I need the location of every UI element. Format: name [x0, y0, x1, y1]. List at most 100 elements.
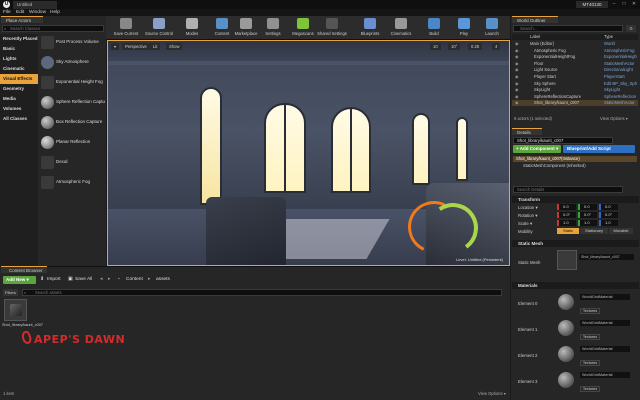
minimize-button[interactable]: – [610, 1, 618, 8]
scale-snap-value[interactable]: 0.25 [468, 43, 483, 50]
visibility-eye-icon[interactable]: ◉ [515, 100, 519, 106]
transform-section[interactable]: Transform [512, 196, 639, 203]
visibility-eye-icon[interactable]: ◉ [515, 54, 519, 60]
path-assets[interactable]: assets [156, 276, 170, 284]
place-actors-search-input[interactable]: Search Classes [2, 25, 104, 32]
content-view-options[interactable]: View Options ▾ [478, 391, 506, 396]
world-outliner-tab[interactable]: World Outliner [512, 16, 558, 23]
actor-sky-atmosphere[interactable]: Sky Atmosphere [40, 54, 104, 74]
outliner-row[interactable]: ◉ Main (Editor) World [512, 41, 638, 47]
angle-snap-value[interactable]: 10° [448, 43, 461, 50]
scale-z-field[interactable]: 1.0 [599, 220, 618, 226]
location-x-field[interactable]: 0.0 [557, 204, 576, 210]
textures-button[interactable]: Textures [580, 334, 600, 340]
component-instance[interactable]: Shot_library/kaunt_c007(Instance) [513, 156, 637, 162]
location-y-field[interactable]: 0.0 [578, 204, 597, 210]
static-mesh-thumbnail[interactable] [557, 250, 577, 270]
outliner-view-options[interactable]: View Options ▾ [600, 116, 628, 121]
details-tab[interactable]: Details [512, 128, 542, 135]
toolbar-build-button[interactable]: Build [417, 16, 451, 40]
category-visual-effects[interactable]: Visual Effects [0, 74, 38, 84]
mobility-movable[interactable]: Movable [609, 228, 633, 234]
actor-post-process-volume[interactable]: Post Process Volume [40, 34, 104, 54]
forward-icon[interactable]: ▸ [108, 276, 110, 284]
category-cinematic[interactable]: Cinematic [0, 64, 38, 74]
path-content[interactable]: Content [126, 276, 143, 284]
outliner-row[interactable]: ◉ Shot_library/kaunt_c007 StaticMeshActor [512, 100, 638, 107]
textures-button[interactable]: Textures [580, 360, 600, 366]
category-all-classes[interactable]: All Classes [0, 114, 38, 124]
scale-x-field[interactable]: 1.0 [557, 220, 576, 226]
outliner-row[interactable]: ◉ Player Start PlayerStart [512, 74, 638, 80]
actor-atmospheric-fog[interactable]: Atmospheric Fog [40, 174, 104, 194]
filters-button[interactable]: Filters ▾ [3, 289, 18, 302]
outliner-row[interactable]: ◉ SphereReflectionCapture SphereReflection [512, 94, 638, 100]
toolbar-modes-button[interactable]: Modes [175, 16, 209, 40]
menu-file[interactable]: File [3, 9, 11, 16]
material-picker[interactable]: WorldGridMaterial [580, 372, 630, 378]
visibility-eye-icon[interactable]: ◉ [515, 87, 519, 93]
lit-button[interactable]: Lit [150, 43, 161, 50]
toolbar-save-current-button[interactable]: Save Current [109, 16, 143, 40]
scale-label[interactable]: Scale ▾ [518, 221, 532, 227]
visibility-eye-icon[interactable]: ◉ [515, 41, 519, 47]
visibility-eye-icon[interactable]: ◉ [515, 94, 519, 100]
place-actors-tab[interactable]: Place Actors [1, 16, 43, 23]
add-new-button[interactable]: Add New ▾ [3, 276, 36, 284]
material-thumbnail[interactable] [558, 372, 574, 388]
asset-search-input[interactable]: Search assets [22, 289, 502, 296]
outliner-row[interactable]: ◉ SkyLight SkyLight [512, 87, 638, 93]
actor-exponential-height-fog[interactable]: Exponential Height Fog [40, 74, 104, 94]
actor-box-reflection-capture[interactable]: Box Reflection Capture [40, 114, 104, 134]
mobility-static[interactable]: Static [557, 228, 579, 234]
location-z-field[interactable]: 0.0 [599, 204, 618, 210]
static-mesh-section[interactable]: Static Mesh [512, 240, 639, 247]
material-picker[interactable]: WorldGridMaterial [580, 346, 630, 352]
visibility-eye-icon[interactable]: ◉ [515, 67, 519, 73]
material-picker[interactable]: WorldGridMaterial [580, 294, 630, 300]
outliner-row[interactable]: ◉ Atmospheric Fog AtmosphericFog [512, 48, 638, 54]
material-thumbnail[interactable] [558, 346, 574, 362]
material-thumbnail[interactable] [558, 294, 574, 310]
outliner-row[interactable]: ◉ Floor StaticMeshActor [512, 61, 638, 67]
close-button[interactable]: ✕ [630, 1, 638, 8]
static-mesh-picker[interactable]: Shot_library/kaunt_c007 [579, 254, 634, 260]
save-all-button[interactable]: Save All [75, 276, 92, 284]
camera-speed-value[interactable]: 4 [492, 43, 501, 50]
grid-snap-value[interactable]: 10 [430, 43, 441, 50]
textures-button[interactable]: Textures [580, 308, 600, 314]
rotation-y-field[interactable]: 0.0° [578, 212, 597, 218]
details-search-input[interactable]: Search Details [513, 186, 623, 193]
actor-sphere-reflection-capture[interactable]: Sphere Reflection Captu [40, 94, 105, 114]
maximize-button[interactable]: □ [620, 1, 628, 8]
back-icon[interactable]: ◂ [100, 276, 102, 284]
outliner-row[interactable]: ◉ Sky Sphere Edit BP_Sky_Sph [512, 81, 638, 87]
blueprint-add-script-button[interactable]: Blueprint/Add Script [563, 145, 635, 153]
visibility-eye-icon[interactable]: ◉ [515, 81, 519, 87]
category-lights[interactable]: Lights [0, 54, 38, 64]
category-basic[interactable]: Basic [0, 44, 38, 54]
rotation-x-field[interactable]: 0.0° [557, 212, 576, 218]
outliner-settings-icon[interactable]: ⚙ [626, 25, 636, 32]
toolbar-cinematics-button[interactable]: Cinematics [384, 16, 418, 40]
toolbar-blueprints-button[interactable]: Blueprints [353, 16, 387, 40]
menu-edit[interactable]: Edit [16, 9, 24, 16]
actor-decal[interactable]: Decal [40, 154, 104, 174]
materials-section[interactable]: Materials [512, 282, 639, 289]
component-static-mesh[interactable]: StaticMeshComponent (Inherited) [513, 163, 637, 169]
mobility-stationary[interactable]: Stationary [580, 228, 608, 234]
textures-button[interactable]: Textures [580, 386, 600, 392]
category-geometry[interactable]: Geometry [0, 84, 38, 94]
rotation-label[interactable]: Rotation ▾ [518, 213, 537, 219]
material-picker[interactable]: WorldGridMaterial [580, 320, 630, 326]
show-button[interactable]: Show [166, 43, 183, 50]
viewport-options-button[interactable]: ▾ [111, 43, 120, 50]
location-label[interactable]: Location ▾ [518, 205, 538, 211]
category-volumes[interactable]: Volumes [0, 104, 38, 114]
add-component-button[interactable]: + Add Component ▾ [513, 145, 561, 153]
perspective-button[interactable]: Perspective [122, 43, 150, 50]
menu-help[interactable]: Help [50, 9, 60, 16]
toolbar-shared-settings-button[interactable]: Shared Settings [315, 16, 349, 40]
toolbar-launch-button[interactable]: Launch [475, 16, 509, 40]
level-tab[interactable]: Untitled [13, 1, 57, 9]
